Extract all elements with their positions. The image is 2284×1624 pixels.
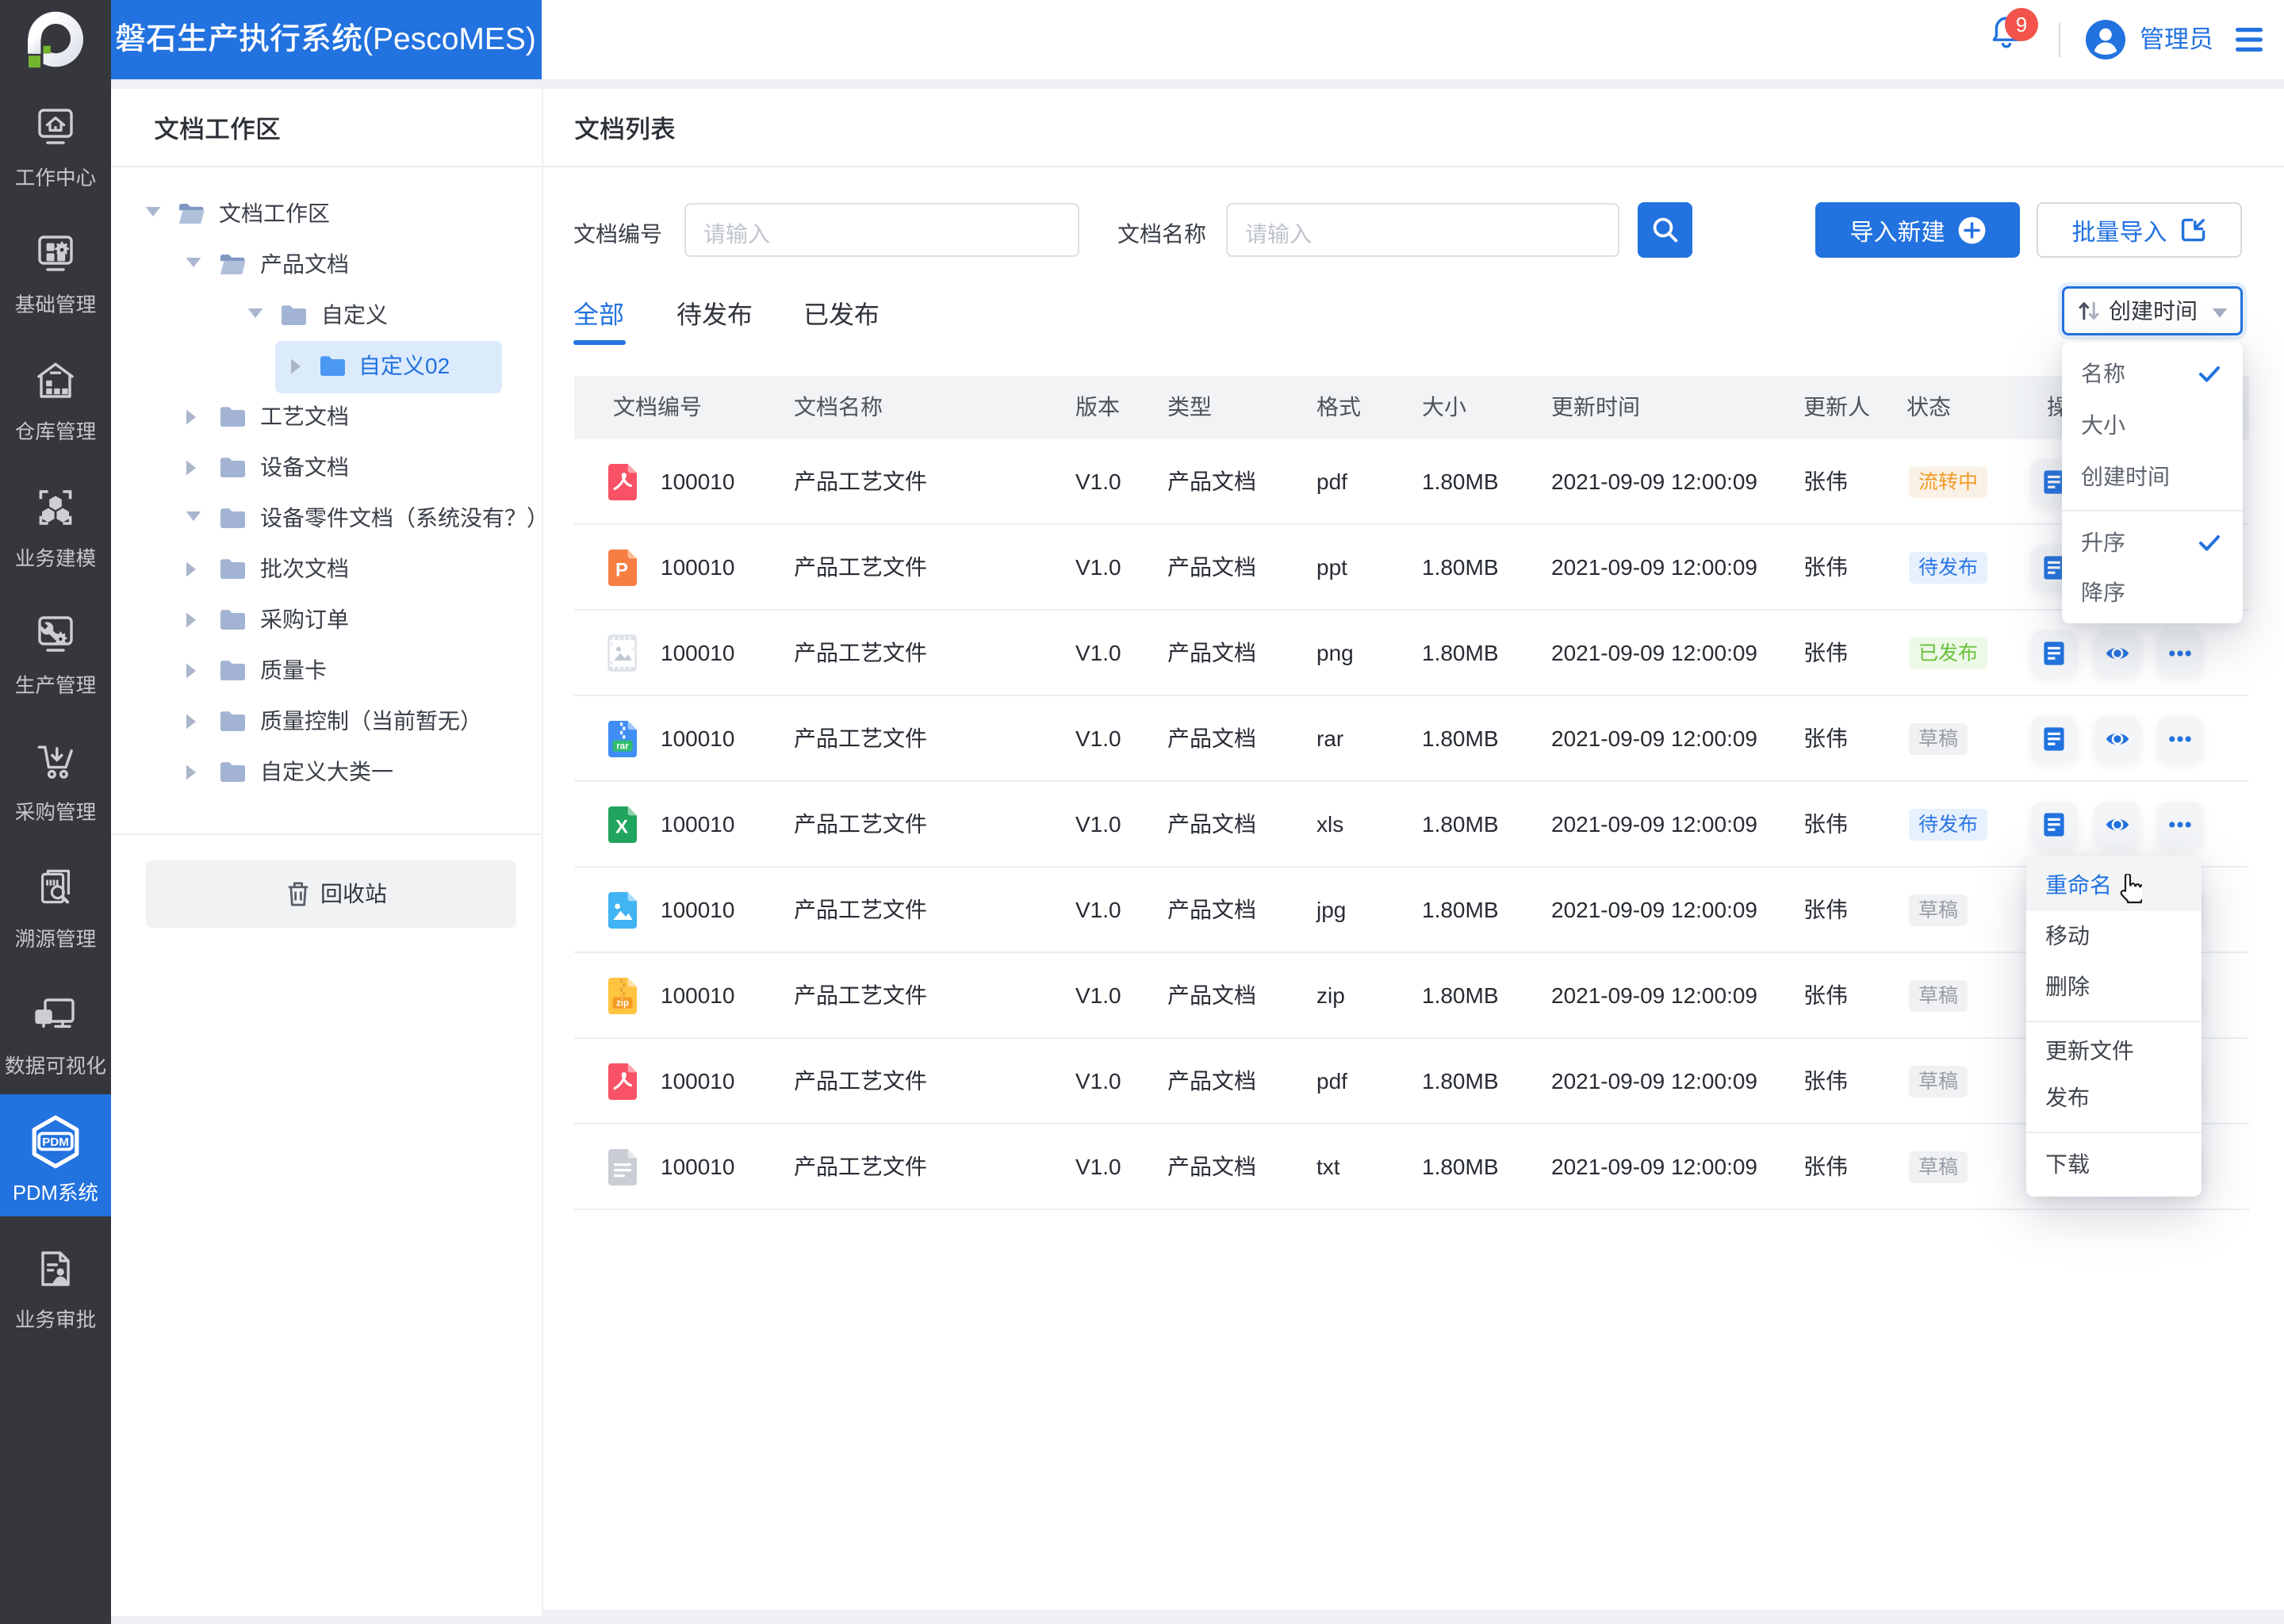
svg-text:zip: zip [616, 998, 629, 1009]
svg-text:rar: rar [616, 741, 629, 752]
svg-text:X: X [615, 816, 628, 837]
svg-text:PDM: PDM [42, 1136, 69, 1149]
svg-text:P: P [615, 559, 628, 580]
